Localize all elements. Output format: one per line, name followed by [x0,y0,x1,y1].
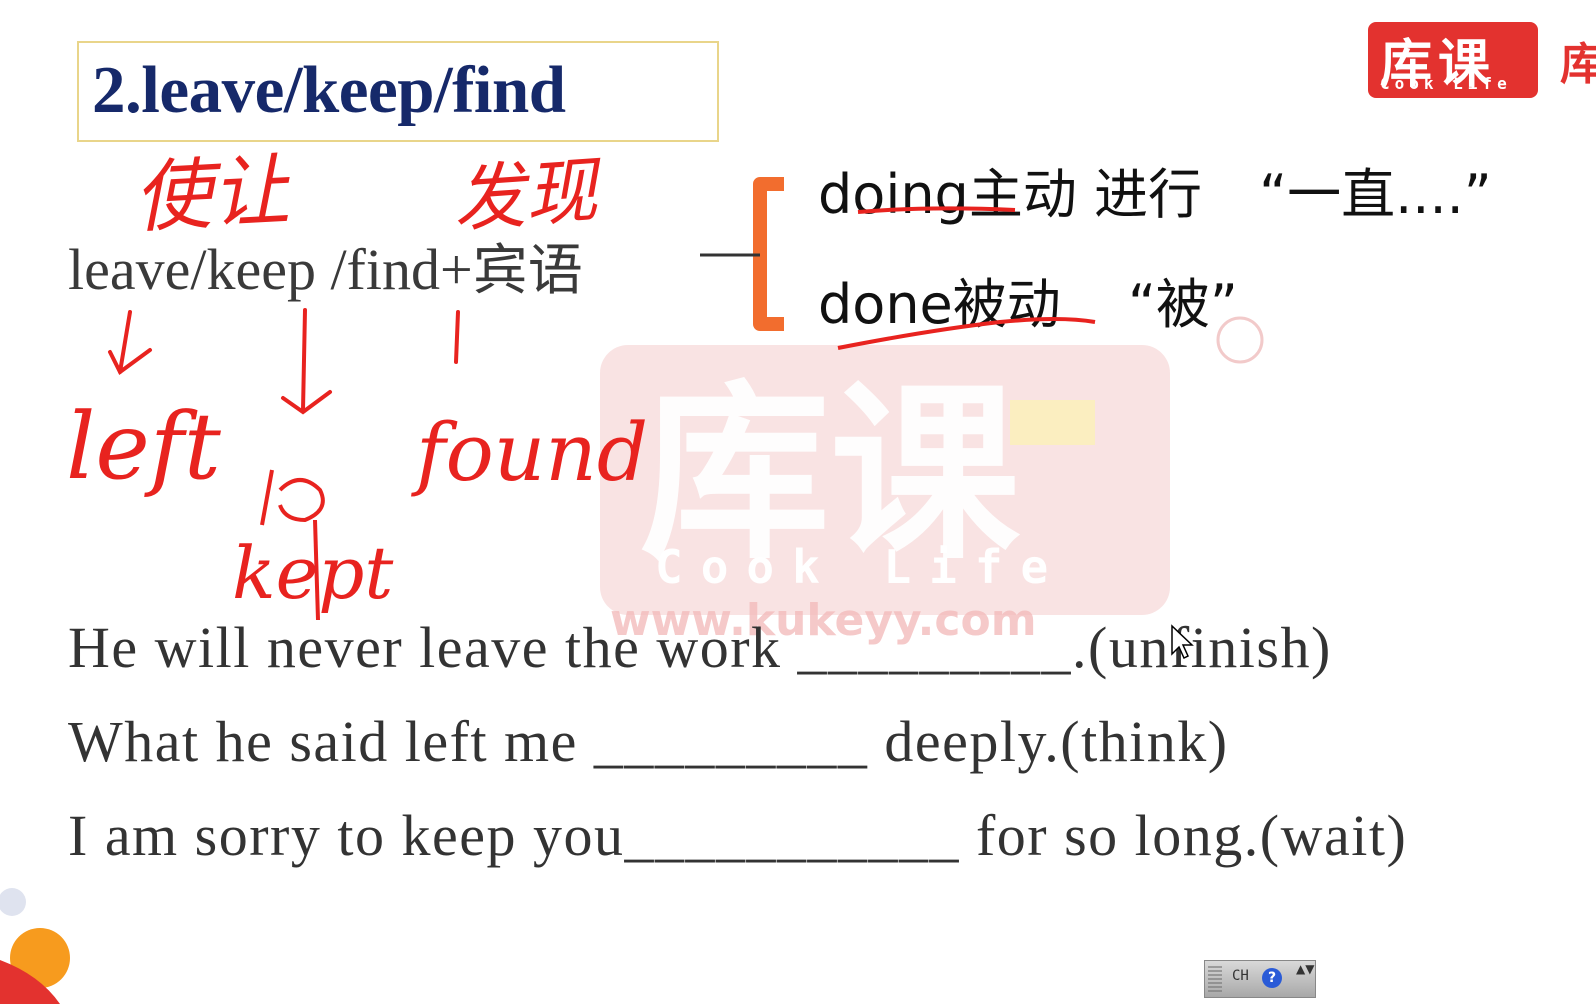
exercise-sentence: He will never leave the work _________.(… [68,615,1332,680]
handwriting-strike [313,519,320,621]
option-done: done被动 “被” [818,260,1238,339]
ime-menu-arrows-icon[interactable]: ▲▼ [1296,962,1314,976]
kuke-watermark: 库课 Cook Life www.kukeyy.com [600,345,1170,645]
option-done-voice: 被动 [952,273,1061,336]
help-icon[interactable]: ? [1262,968,1282,988]
watermark-tagline: Cook Life [655,540,1066,594]
handwriting-scribble [260,469,325,526]
option-doing-form: doing [818,163,969,226]
ime-language-label[interactable]: CH [1232,968,1249,984]
slide-title: 2.leave/keep/find [92,53,566,127]
arrow-leave [108,310,152,376]
decor-red-corner [0,960,60,1004]
logo-edge-fragment: 库 [1560,39,1596,90]
arrow-find [454,310,460,364]
handwriting-left: left [66,393,222,500]
decor-dot-gray [0,888,26,916]
option-done-meaning: “被” [1127,273,1238,336]
option-done-form: done [818,273,953,336]
exercise-sentence: What he said left me _________ deeply.(t… [68,709,1229,774]
formula-verbs: leave/keep /find+ [68,237,473,302]
arrow-keep [281,308,332,415]
formula-object: 宾语 [472,238,583,302]
logo-tagline: Cook Life [1380,74,1512,93]
formula-line: leave/keep /find+宾语 [68,225,583,305]
ime-drag-handle[interactable] [1208,966,1222,992]
option-doing-meaning: “一直....” [1259,163,1492,226]
option-doing: doing主动 进行 “一直....” [818,150,1492,229]
decor-dot-orange [10,928,70,988]
exercise-sentence: I am sorry to keep you___________ for so… [68,803,1408,868]
handwriting-kept: kept [232,531,394,615]
option-doing-voice: 主动 进行 [968,163,1202,226]
orange-brace [753,177,784,331]
